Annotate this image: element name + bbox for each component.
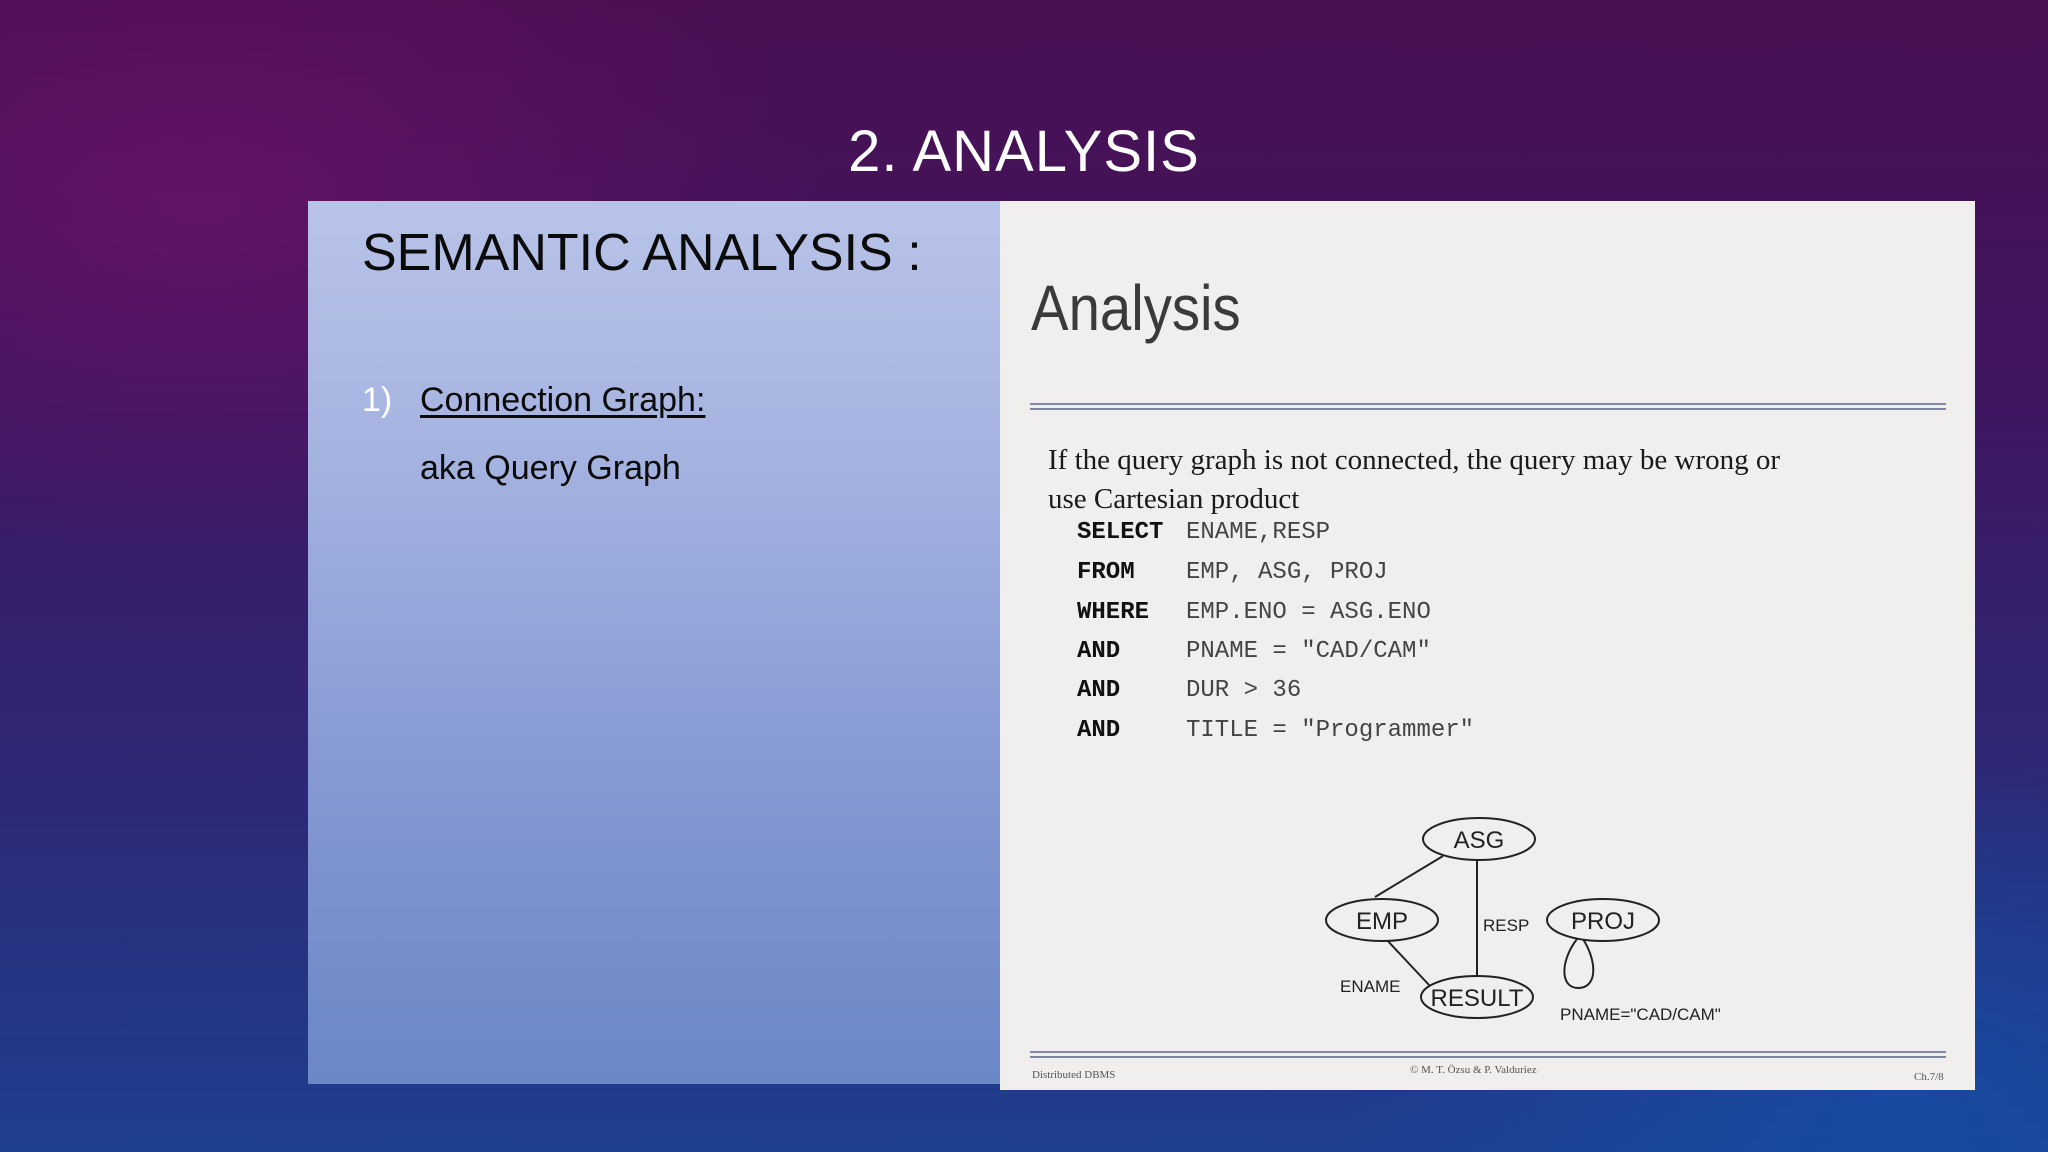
node-label: RESULT <box>1431 985 1524 1012</box>
edge-proj-self <box>1563 938 1595 990</box>
footer-right: Ch.7/8 <box>1914 1071 1944 1083</box>
bottom-divider <box>1030 1051 1946 1058</box>
edge-label-ename: ENAME <box>1340 977 1400 996</box>
edge-label-pname: PNAME="CAD/CAM" <box>1560 1005 1721 1024</box>
node-label: ASG <box>1454 827 1505 854</box>
list-item-number: 1) <box>362 381 393 419</box>
list-item-label: Connection Graph: <box>420 381 706 419</box>
embedded-slide-image: Analysis If the query graph is not conne… <box>1000 201 1975 1090</box>
list-item-subtext: aka Query Graph <box>420 449 681 487</box>
node-label: PROJ <box>1571 908 1635 935</box>
edge-asg-emp <box>1374 855 1444 898</box>
slide-title: 2. ANALYSIS <box>848 119 1200 184</box>
query-graph: ASG EMP RESULT PROJ RESP ENAME PNAME="CA… <box>1325 817 1721 1024</box>
left-content-panel: SEMANTIC ANALYSIS : 1) Connection Graph:… <box>308 201 1000 1084</box>
footer-center: © M. T. Özsu & P. Valduriez <box>1410 1064 1537 1076</box>
node-label: EMP <box>1356 908 1408 935</box>
edge-label-resp: RESP <box>1483 916 1529 935</box>
footer-left: Distributed DBMS <box>1032 1069 1116 1081</box>
section-heading: SEMANTIC ANALYSIS : <box>362 224 922 282</box>
